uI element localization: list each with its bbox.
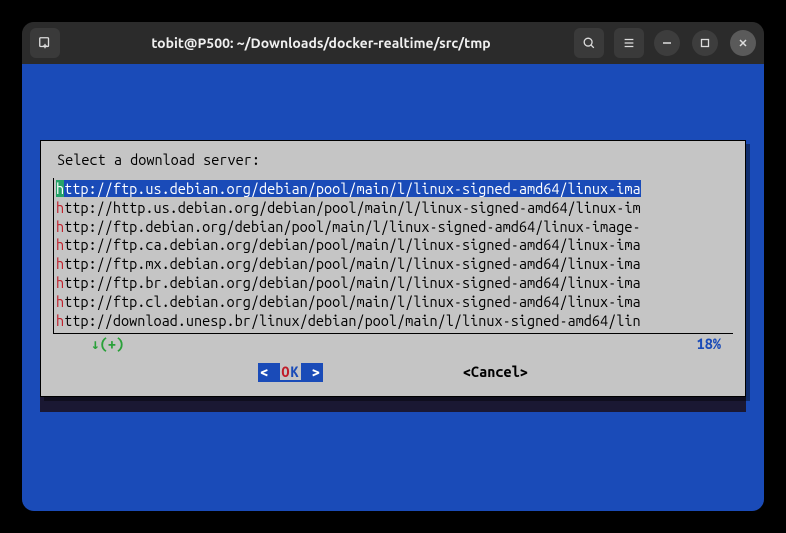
- list-item[interactable]: http://ftp.cl.debian.org/debian/pool/mai…: [56, 293, 733, 312]
- button-row: < OK > <Cancel>: [53, 363, 733, 382]
- minimize-button[interactable]: [654, 30, 680, 56]
- cancel-button[interactable]: <Cancel>: [463, 363, 528, 382]
- list-item[interactable]: http://download.unesp.br/linux/debian/po…: [56, 312, 733, 331]
- server-list[interactable]: http://ftp.us.debian.org/debian/pool/mai…: [53, 178, 733, 334]
- window-controls: [654, 30, 756, 56]
- terminal-body: Select a download server: http://ftp.us.…: [22, 64, 764, 511]
- titlebar: tobit@P500: ~/Downloads/docker-realtime/…: [22, 22, 764, 64]
- new-tab-button[interactable]: [30, 28, 60, 58]
- status-line: ↓(+) 18%: [53, 335, 733, 354]
- list-item[interactable]: http://ftp.us.debian.org/debian/pool/mai…: [56, 180, 733, 199]
- list-item[interactable]: http://ftp.ca.debian.org/debian/pool/mai…: [56, 236, 733, 255]
- scroll-percent: 18%: [697, 335, 721, 354]
- list-item[interactable]: http://ftp.br.debian.org/debian/pool/mai…: [56, 274, 733, 293]
- scroll-indicator: ↓(+): [91, 335, 124, 354]
- hamburger-menu-button[interactable]: [614, 28, 644, 58]
- whiptail-dialog: Select a download server: http://ftp.us.…: [40, 140, 746, 397]
- maximize-button[interactable]: [692, 30, 718, 56]
- search-button[interactable]: [574, 28, 604, 58]
- dialog-prompt: Select a download server:: [53, 151, 733, 170]
- list-item[interactable]: http://ftp.debian.org/debian/pool/main/l…: [56, 218, 733, 237]
- list-item[interactable]: http://http.us.debian.org/debian/pool/ma…: [56, 199, 733, 218]
- ok-button[interactable]: < OK >: [258, 363, 323, 382]
- window-title: tobit@P500: ~/Downloads/docker-realtime/…: [68, 35, 574, 51]
- terminal-window: tobit@P500: ~/Downloads/docker-realtime/…: [22, 22, 764, 511]
- close-button[interactable]: [730, 30, 756, 56]
- list-item[interactable]: http://ftp.mx.debian.org/debian/pool/mai…: [56, 255, 733, 274]
